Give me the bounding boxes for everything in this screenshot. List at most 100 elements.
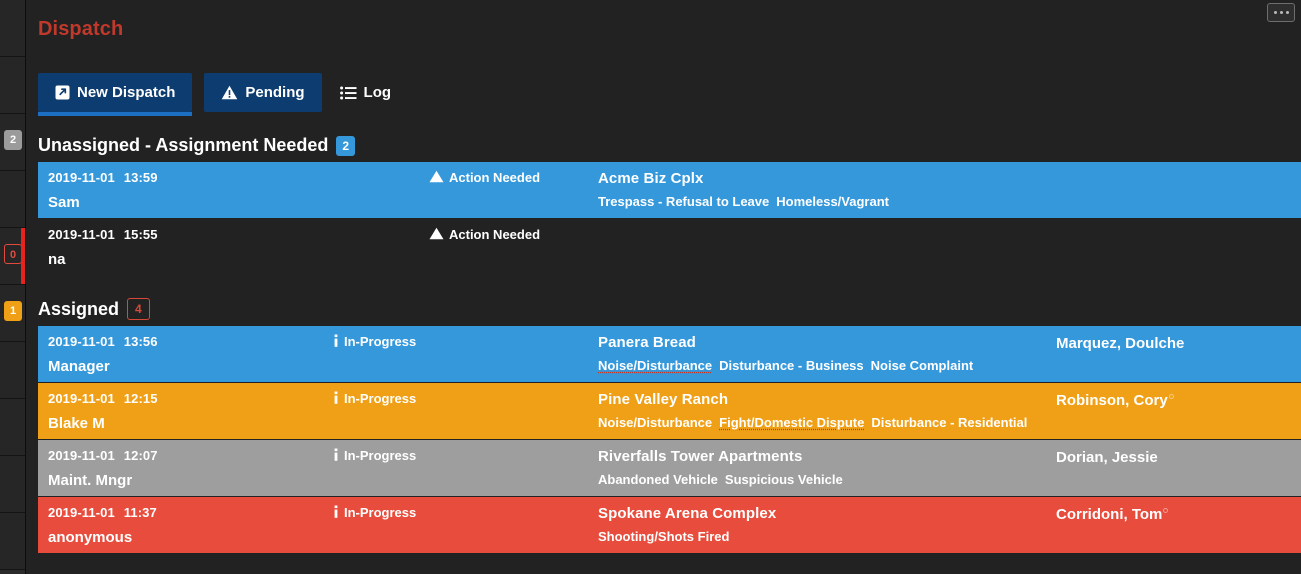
row-location: Spokane Arena Complex (598, 505, 1056, 522)
row-tag: Disturbance - Business (719, 358, 864, 373)
row-tag: Abandoned Vehicle (598, 472, 718, 487)
section-heading-label: Unassigned - Assignment Needed (38, 135, 328, 156)
row-assignee-cell (1056, 162, 1301, 218)
status-badge: In-Progress (344, 391, 416, 406)
row-tag-list: Shooting/Shots Fired (598, 529, 1056, 544)
section-heading-label: Assigned (38, 299, 119, 320)
row-incident-cell: Spokane Arena Complex Shooting/Shots Fire… (598, 497, 1056, 553)
row-tag: Homeless/Vagrant (776, 194, 889, 209)
row-assignee: Corridoni, Tom (1056, 506, 1162, 523)
assignee-status-dot-icon (1169, 394, 1174, 399)
row-tag: Trespass - Refusal to Leave (598, 194, 769, 209)
sidebar-cell[interactable] (0, 0, 25, 57)
row-reporter: na (48, 251, 333, 268)
main-panel: Dispatch New Dispatch (26, 0, 1301, 574)
row-when-cell: 2019-11-0111:37 anonymous (38, 497, 333, 553)
info-icon (333, 391, 339, 405)
row-when-cell: 2019-11-0112:15 Blake M (38, 383, 333, 439)
row-status-cell: In-Progress (333, 326, 598, 382)
row-datetime: 2019-11-0111:37 (48, 505, 333, 520)
row-reporter: anonymous (48, 529, 333, 546)
row-status-cell: In-Progress (333, 383, 598, 439)
section-count-badge: 2 (336, 136, 355, 156)
row-tag-list: Noise/DisturbanceDisturbance - BusinessN… (598, 358, 1056, 373)
sidebar-cell[interactable]: 1 (0, 285, 25, 342)
table-row[interactable]: 2019-11-0112:07Maint. MngrIn-ProgressRiv… (38, 440, 1301, 497)
section-heading-unassigned: Unassigned - Assignment Needed 2 (38, 135, 1301, 156)
table-row[interactable]: 2019-11-0115:55naAction Needed (38, 219, 1301, 276)
row-reporter: Sam (48, 194, 333, 211)
table-row[interactable]: 2019-11-0112:15Blake MIn-ProgressPine Va… (38, 383, 1301, 440)
sidebar-cell[interactable]: 2 (0, 114, 25, 171)
dispatch-row-list: 2019-11-0113:56ManagerIn-ProgressPanera … (38, 326, 1301, 554)
sidebar-cell[interactable] (0, 342, 25, 399)
warning-triangle-icon (429, 227, 444, 240)
row-datetime: 2019-11-0112:07 (48, 448, 333, 463)
row-assignee-cell: Marquez, Doulche (1056, 326, 1301, 382)
row-assignee-cell: Robinson, Cory (1056, 383, 1301, 439)
table-row[interactable]: 2019-11-0113:56ManagerIn-ProgressPanera … (38, 326, 1301, 383)
row-tag: Noise/Disturbance (598, 415, 712, 430)
table-row[interactable]: 2019-11-0113:59 Sam Action Needed Acme Biz … (38, 162, 1301, 219)
sidebar-cell[interactable] (0, 456, 25, 513)
row-when-cell: 2019-11-0113:56Manager (38, 326, 333, 382)
row-datetime: 2019-11-0112:15 (48, 391, 333, 406)
sidebar-cell[interactable]: 0 (0, 228, 25, 285)
info-icon (333, 505, 339, 519)
status-badge: Action Needed (449, 170, 540, 185)
row-date: 2019-11-01 (48, 448, 115, 463)
sidebar-count-badge: 2 (4, 130, 22, 150)
row-assignee-cell: Dorian, Jessie (1056, 440, 1301, 496)
sidebar-cell[interactable] (0, 171, 25, 228)
page-title: Dispatch (38, 0, 1301, 41)
row-tag: Shooting/Shots Fired (598, 529, 729, 544)
new-dispatch-label: New Dispatch (77, 84, 175, 101)
row-location: Riverfalls Tower Apartments (598, 448, 1056, 465)
row-status-cell: In-Progress (333, 497, 598, 553)
row-incident-cell: Riverfalls Tower Apartments Abandoned Veh… (598, 440, 1056, 496)
log-button[interactable]: Log (334, 73, 409, 112)
table-row[interactable]: 2019-11-0111:37 anonymous In-Progress Spoka… (38, 497, 1301, 554)
row-assignee-cell (1056, 219, 1301, 275)
status-badge: In-Progress (344, 505, 416, 520)
ellipsis-dot (1280, 11, 1283, 14)
sidebar-count-badge: 1 (4, 301, 22, 321)
sidebar-count-badge: 0 (4, 244, 22, 264)
row-incident-cell (598, 219, 1056, 275)
row-tag-list: Trespass - Refusal to Leave Homeless/Vagr… (598, 194, 1056, 209)
section-count-badge: 4 (127, 298, 150, 320)
row-assignee: Dorian, Jessie (1056, 449, 1158, 466)
pending-label: Pending (245, 84, 304, 101)
row-tag: Fight/Domestic Dispute (719, 415, 864, 430)
row-reporter: Blake M (48, 415, 333, 432)
row-time: 12:15 (124, 391, 158, 406)
dispatch-sections: Unassigned - Assignment Needed22019-11-0… (38, 135, 1301, 554)
info-icon (333, 334, 339, 348)
section-heading-assigned: Assigned 4 (38, 298, 1301, 320)
status-badge: In-Progress (344, 448, 416, 463)
toolbar: New Dispatch Pending (38, 73, 1301, 113)
row-assignee: Marquez, Doulche (1056, 335, 1184, 352)
row-time: 13:56 (124, 334, 158, 349)
row-date: 2019-11-01 (48, 505, 115, 520)
row-datetime: 2019-11-0113:56 (48, 334, 333, 349)
sidebar-cell[interactable] (0, 57, 25, 114)
new-dispatch-button[interactable]: New Dispatch (38, 73, 192, 112)
row-tag: Noise Complaint (871, 358, 974, 373)
sidebar-cell[interactable] (0, 399, 25, 456)
row-date: 2019-11-01 (48, 227, 115, 242)
pending-button[interactable]: Pending (204, 73, 321, 112)
row-location: Acme Biz Cplx (598, 170, 1056, 187)
new-dispatch-icon (55, 85, 70, 100)
dispatch-row-list: 2019-11-0113:59 Sam Action Needed Acme Biz … (38, 162, 1301, 276)
row-assignee-cell: Corridoni, Tom (1056, 497, 1301, 553)
row-location: Panera Bread (598, 334, 1056, 351)
warning-triangle-icon (429, 170, 444, 183)
row-tag-list: Noise/DisturbanceFight/Domestic DisputeD… (598, 415, 1056, 430)
warning-triangle-icon (221, 85, 238, 100)
row-datetime: 2019-11-0113:59 (48, 170, 333, 185)
ellipsis-dot (1286, 11, 1289, 14)
sidebar-cell[interactable] (0, 513, 25, 570)
ellipsis-icon[interactable] (1267, 3, 1295, 22)
left-sidebar: 2 0 1 (0, 0, 26, 574)
